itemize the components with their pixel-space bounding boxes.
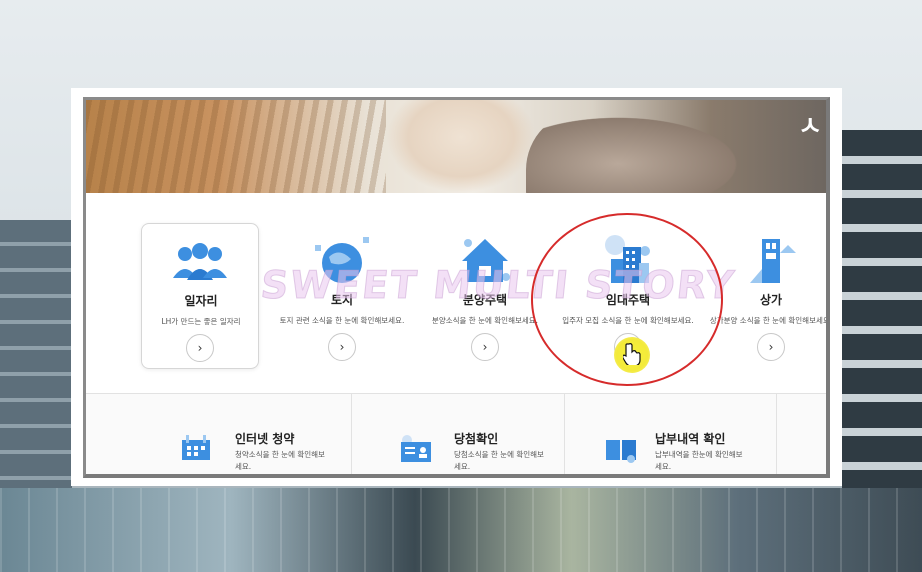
- banner-photo-left: [86, 100, 386, 193]
- service-payment-history[interactable]: 납부내역 확인 납부내역을 한눈에 확인해보세요.: [565, 394, 777, 474]
- banner-title-glyph: ㅅ: [798, 112, 822, 142]
- background-window-grid: [0, 488, 922, 572]
- service-internet-application[interactable]: 인터넷 청약 청약소식을 한 눈에 확인해보세요.: [86, 394, 352, 474]
- service-title: 납부내역 확인: [655, 432, 726, 446]
- service-desc: 당첨소식을 한 눈에 확인해보세요.: [454, 450, 544, 471]
- building-icon: [736, 233, 806, 289]
- book-icon: [603, 432, 639, 464]
- service-desc: 청약소식을 한 눈에 확인해보세요.: [235, 450, 325, 471]
- service-title: 당첨확인: [454, 432, 499, 446]
- people-icon: [165, 234, 235, 290]
- quick-services: 인터넷 청약 청약소식을 한 눈에 확인해보세요. 당첨확인 당첨소식을 한 눈…: [86, 393, 826, 474]
- category-go-button[interactable]: ›: [186, 334, 214, 362]
- id-card-icon: [397, 432, 433, 464]
- category-go-button[interactable]: ›: [328, 333, 356, 361]
- category-card-jobs[interactable]: 일자리 LH가 만드는 좋은 일자리 ›: [141, 223, 259, 369]
- hand-pointer-icon: [622, 343, 641, 368]
- category-go-button[interactable]: ›: [471, 333, 499, 361]
- service-desc: 납부내역을 한눈에 확인해보세요.: [655, 450, 743, 471]
- site-panel: ㅅ 일자리 LH가 만드는 좋은 일자리 › 토지 토지 관련 소식을 한 눈에…: [83, 97, 830, 478]
- hero-banner: ㅅ: [86, 100, 826, 193]
- calendar-building-icon: [178, 432, 214, 464]
- service-title: 인터넷 청약: [235, 432, 295, 446]
- screenshot-frame: ㅅ 일자리 LH가 만드는 좋은 일자리 › 토지 토지 관련 소식을 한 눈에…: [71, 88, 842, 486]
- banner-photo-center: [386, 100, 536, 193]
- banner-photo-person: [526, 110, 756, 193]
- service-winning-check[interactable]: 당첨확인 당첨소식을 한 눈에 확인해보세요.: [352, 394, 565, 474]
- category-go-button[interactable]: ›: [757, 333, 785, 361]
